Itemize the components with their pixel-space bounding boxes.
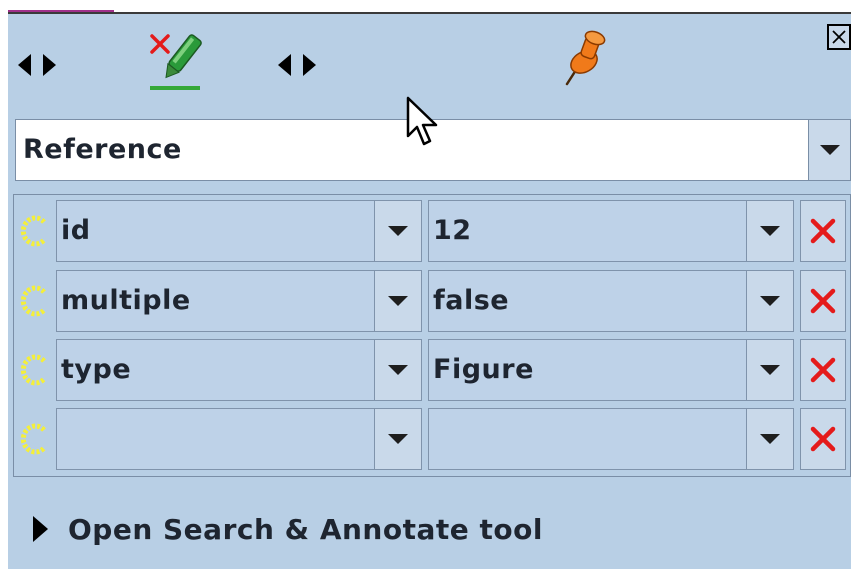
delete-feature-button[interactable]	[800, 200, 846, 262]
chevron-down-icon	[760, 226, 780, 236]
feature-name-dropdown-button[interactable]	[374, 409, 421, 469]
left-nav-arrows	[18, 52, 56, 78]
chevron-down-icon	[760, 434, 780, 444]
remove-highlighter-icon[interactable]	[146, 30, 206, 96]
feature-value-dropdown-button[interactable]	[746, 409, 793, 469]
delete-x-icon	[810, 218, 836, 244]
feature-value-combobox[interactable]: 12	[428, 200, 794, 262]
expand-triangle-icon	[33, 516, 48, 542]
feature-row: id 12	[14, 197, 850, 265]
feature-value-dropdown-button[interactable]	[746, 340, 793, 400]
open-search-annotate-link[interactable]: Open Search & Annotate tool	[33, 509, 543, 549]
chevron-down-icon	[388, 434, 408, 444]
feature-value-combobox[interactable]: false	[428, 270, 794, 332]
triangle-right-icon[interactable]	[43, 54, 56, 76]
annotation-editor-panel: Reference id 12 multiple false type Figu…	[8, 12, 851, 569]
delete-feature-button[interactable]	[800, 339, 846, 401]
feature-name-combobox[interactable]: type	[56, 339, 422, 401]
delete-feature-button[interactable]	[800, 408, 846, 470]
feature-name-dropdown-button[interactable]	[374, 271, 421, 331]
delete-x-icon	[810, 357, 836, 383]
chevron-down-icon	[760, 296, 780, 306]
feature-row: multiple false	[14, 267, 850, 335]
right-nav-arrows	[278, 52, 316, 78]
chevron-down-icon	[760, 365, 780, 375]
pushpin-icon[interactable]	[562, 30, 610, 92]
delete-x-icon	[810, 426, 836, 452]
c-icon	[20, 215, 46, 247]
chevron-down-icon	[388, 365, 408, 375]
feature-value-value: false	[433, 285, 510, 316]
c-icon	[20, 285, 46, 317]
feature-name-value: type	[61, 354, 132, 385]
chevron-down-icon	[388, 226, 408, 236]
chevron-down-icon	[819, 145, 840, 155]
feature-name-value: id	[61, 215, 91, 246]
feature-row	[14, 405, 850, 473]
feature-name-combobox[interactable]	[56, 408, 422, 470]
feature-value-value: Figure	[433, 354, 534, 385]
feature-name-dropdown-button[interactable]	[374, 201, 421, 261]
annotation-type-value: Reference	[23, 134, 182, 165]
triangle-left-icon[interactable]	[18, 54, 31, 76]
feature-value-combobox[interactable]	[428, 408, 794, 470]
c-icon	[20, 423, 46, 455]
triangle-right-icon[interactable]	[303, 54, 316, 76]
feature-table: id 12 multiple false type Figure	[13, 194, 851, 477]
feature-value-dropdown-button[interactable]	[746, 271, 793, 331]
feature-value-dropdown-button[interactable]	[746, 201, 793, 261]
feature-value-value: 12	[433, 215, 472, 246]
triangle-left-icon[interactable]	[278, 54, 291, 76]
open-search-annotate-label: Open Search & Annotate tool	[68, 512, 543, 546]
feature-name-combobox[interactable]: multiple	[56, 270, 422, 332]
feature-name-combobox[interactable]: id	[56, 200, 422, 262]
chevron-down-icon	[388, 296, 408, 306]
annotation-type-dropdown-button[interactable]	[808, 120, 850, 180]
delete-feature-button[interactable]	[800, 270, 846, 332]
close-button[interactable]	[827, 24, 851, 50]
feature-name-value: multiple	[61, 285, 191, 316]
mouse-pointer-icon	[406, 96, 438, 146]
feature-name-dropdown-button[interactable]	[374, 340, 421, 400]
feature-row: type Figure	[14, 336, 850, 404]
feature-value-combobox[interactable]: Figure	[428, 339, 794, 401]
c-icon	[20, 354, 46, 386]
close-icon	[832, 30, 846, 44]
delete-x-icon	[810, 288, 836, 314]
